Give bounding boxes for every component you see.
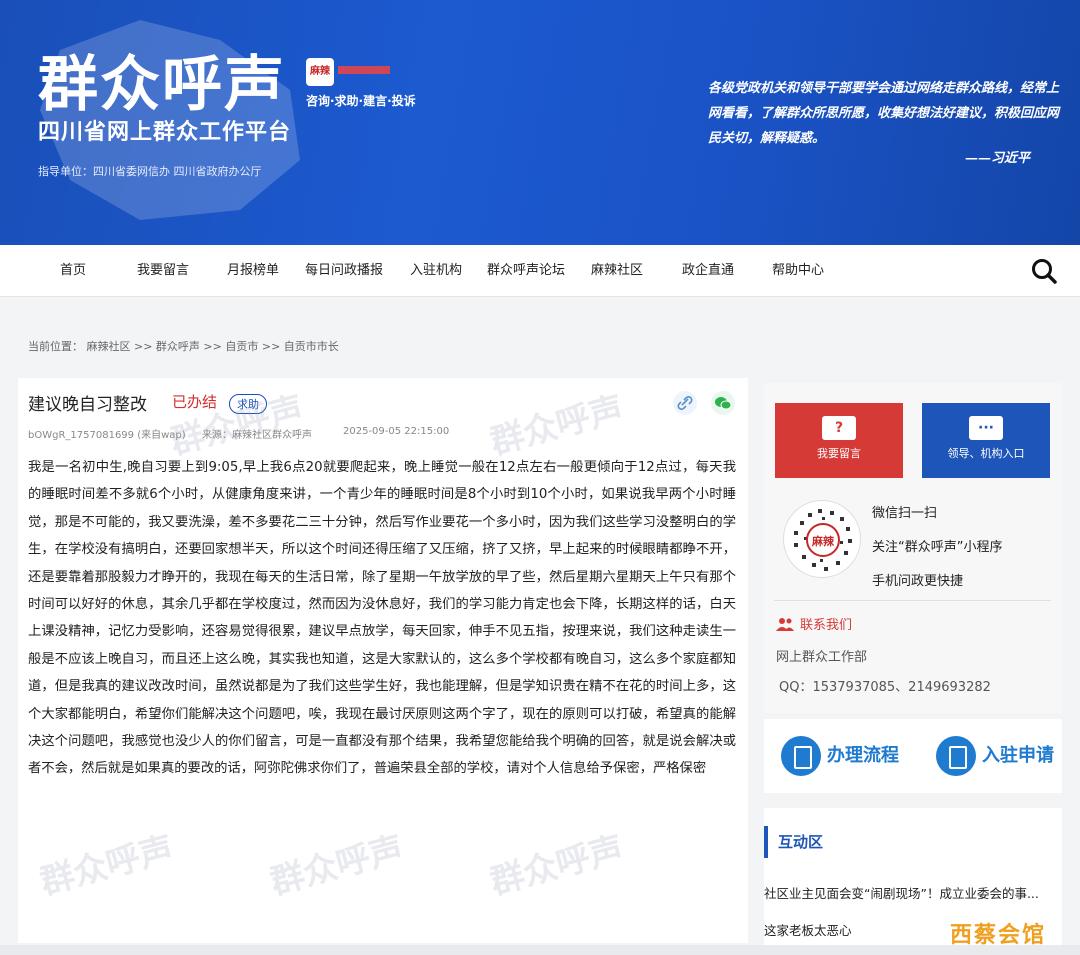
chat-icon: ··· — [969, 416, 1003, 440]
publish-time: 2025-09-05 22:15:00 — [343, 426, 450, 437]
contact-org: 网上群众工作部 — [776, 650, 868, 665]
category-tag: 求助 — [229, 394, 267, 414]
nav-institutions[interactable]: 入驻机构 — [410, 245, 462, 297]
status-badge: 已办结 — [172, 393, 218, 411]
users-icon — [776, 618, 794, 631]
header-banner: 群众呼声 麻辣 咨询·求助·建言·投诉 四川省网上群众工作平台 指导单位：四川省… — [0, 0, 1080, 245]
faster-text: 手机问政更快捷 — [872, 574, 964, 589]
wechat-share-icon[interactable] — [711, 391, 735, 415]
breadcrumb-path[interactable]: 麻辣社区 >> 群众呼声 >> 自贡市 >> 自贡市市长 — [87, 340, 339, 353]
leave-message-label: 我要留言 — [817, 447, 861, 460]
document-icon — [781, 736, 821, 776]
nav-help[interactable]: 帮助中心 — [772, 245, 824, 297]
breadcrumb: 当前位置： 麻辣社区 >> 群众呼声 >> 自贡市 >> 自贡市市长 — [28, 338, 339, 354]
follow-text: 关注“群众呼声”小程序 — [872, 540, 1003, 555]
watermark: 群众呼声 — [36, 828, 178, 903]
search-icon[interactable] — [1030, 257, 1058, 285]
badge-decoration — [338, 66, 390, 74]
nav-forum[interactable]: 群众呼声论坛 — [487, 245, 565, 297]
nav-leave-message[interactable]: 我要留言 — [137, 245, 189, 297]
quote-author: ——习近平 — [965, 151, 1031, 166]
nav-daily-broadcast[interactable]: 每日问政播报 — [305, 245, 383, 297]
share-link-icon[interactable] — [673, 391, 697, 415]
nav-enterprise[interactable]: 政企直通 — [682, 245, 734, 297]
building-icon — [936, 736, 976, 776]
article-title: 建议晚自习整改 — [28, 395, 147, 415]
process-flow-label: 办理流程 — [827, 745, 899, 766]
bottom-strip — [0, 945, 1080, 955]
qr-badge: 麻辣 — [806, 523, 840, 557]
article-source: 来源：麻辣社区群众呼声 — [202, 430, 312, 441]
watermark: 群众呼声 — [486, 388, 628, 463]
article-body: 我是一名初中生,晚自习要上到9:05,早上我6点20就要爬起来，晚上睡觉一般在1… — [28, 460, 736, 777]
site-subtitle: 四川省网上群众工作平台 — [38, 120, 292, 145]
sidebar-divider — [774, 600, 1051, 601]
contact-us-label: 联系我们 — [800, 618, 853, 633]
author-id: bOWgR_1757081699 (来自wap) — [28, 430, 186, 441]
question-icon: ? — [822, 416, 856, 440]
leader-entry-button[interactable]: ··· 领导、机构入口 — [922, 403, 1050, 478]
settle-apply-button[interactable]: 入驻申请 — [936, 736, 1054, 776]
header-quote: 各级党政机关和领导干部要学会通过网络走群众路线，经常上网看看，了解群众所思所愿，… — [708, 81, 1060, 146]
site-logo-title[interactable]: 群众呼声 — [38, 52, 286, 118]
contact-qq: QQ：1537937085、2149693282 — [779, 680, 991, 695]
settle-apply-label: 入驻申请 — [982, 745, 1054, 766]
nav-home[interactable]: 首页 — [60, 245, 86, 297]
watermark: 群众呼声 — [266, 828, 408, 903]
watermark: 群众呼声 — [486, 828, 628, 903]
guide-units: 指导单位：四川省委网信办 四川省政府办公厅 — [38, 165, 262, 178]
scan-text: 微信扫一扫 — [872, 506, 938, 521]
leader-entry-label: 领导、机构入口 — [947, 447, 1025, 460]
mala-badge-logo: 麻辣 — [306, 58, 334, 86]
miniprogram-qr-code: 麻辣 — [783, 500, 861, 578]
article-card: 建议晚自习整改 已办结 求助 bOWgR_1757081699 (来自wap) … — [18, 378, 748, 943]
leave-message-button[interactable]: ? 我要留言 — [775, 403, 903, 478]
interaction-title: 互动区 — [764, 826, 823, 858]
breadcrumb-label: 当前位置： — [28, 340, 83, 353]
nav-monthly-ranking[interactable]: 月报榜单 — [227, 245, 279, 297]
main-nav: 首页 我要留言 月报榜单 每日问政播报 入驻机构 群众呼声论坛 麻辣社区 政企直… — [0, 245, 1080, 297]
nav-mala-community[interactable]: 麻辣社区 — [591, 245, 643, 297]
logo-slogan: 咨询·求助·建言·投诉 — [306, 94, 416, 108]
news-item[interactable]: 社区业主见面会变“闹剧现场”！成立业委会的事... — [764, 883, 1064, 902]
process-flow-button[interactable]: 办理流程 — [781, 736, 899, 776]
contact-us-heading: 联系我们 — [776, 614, 852, 633]
